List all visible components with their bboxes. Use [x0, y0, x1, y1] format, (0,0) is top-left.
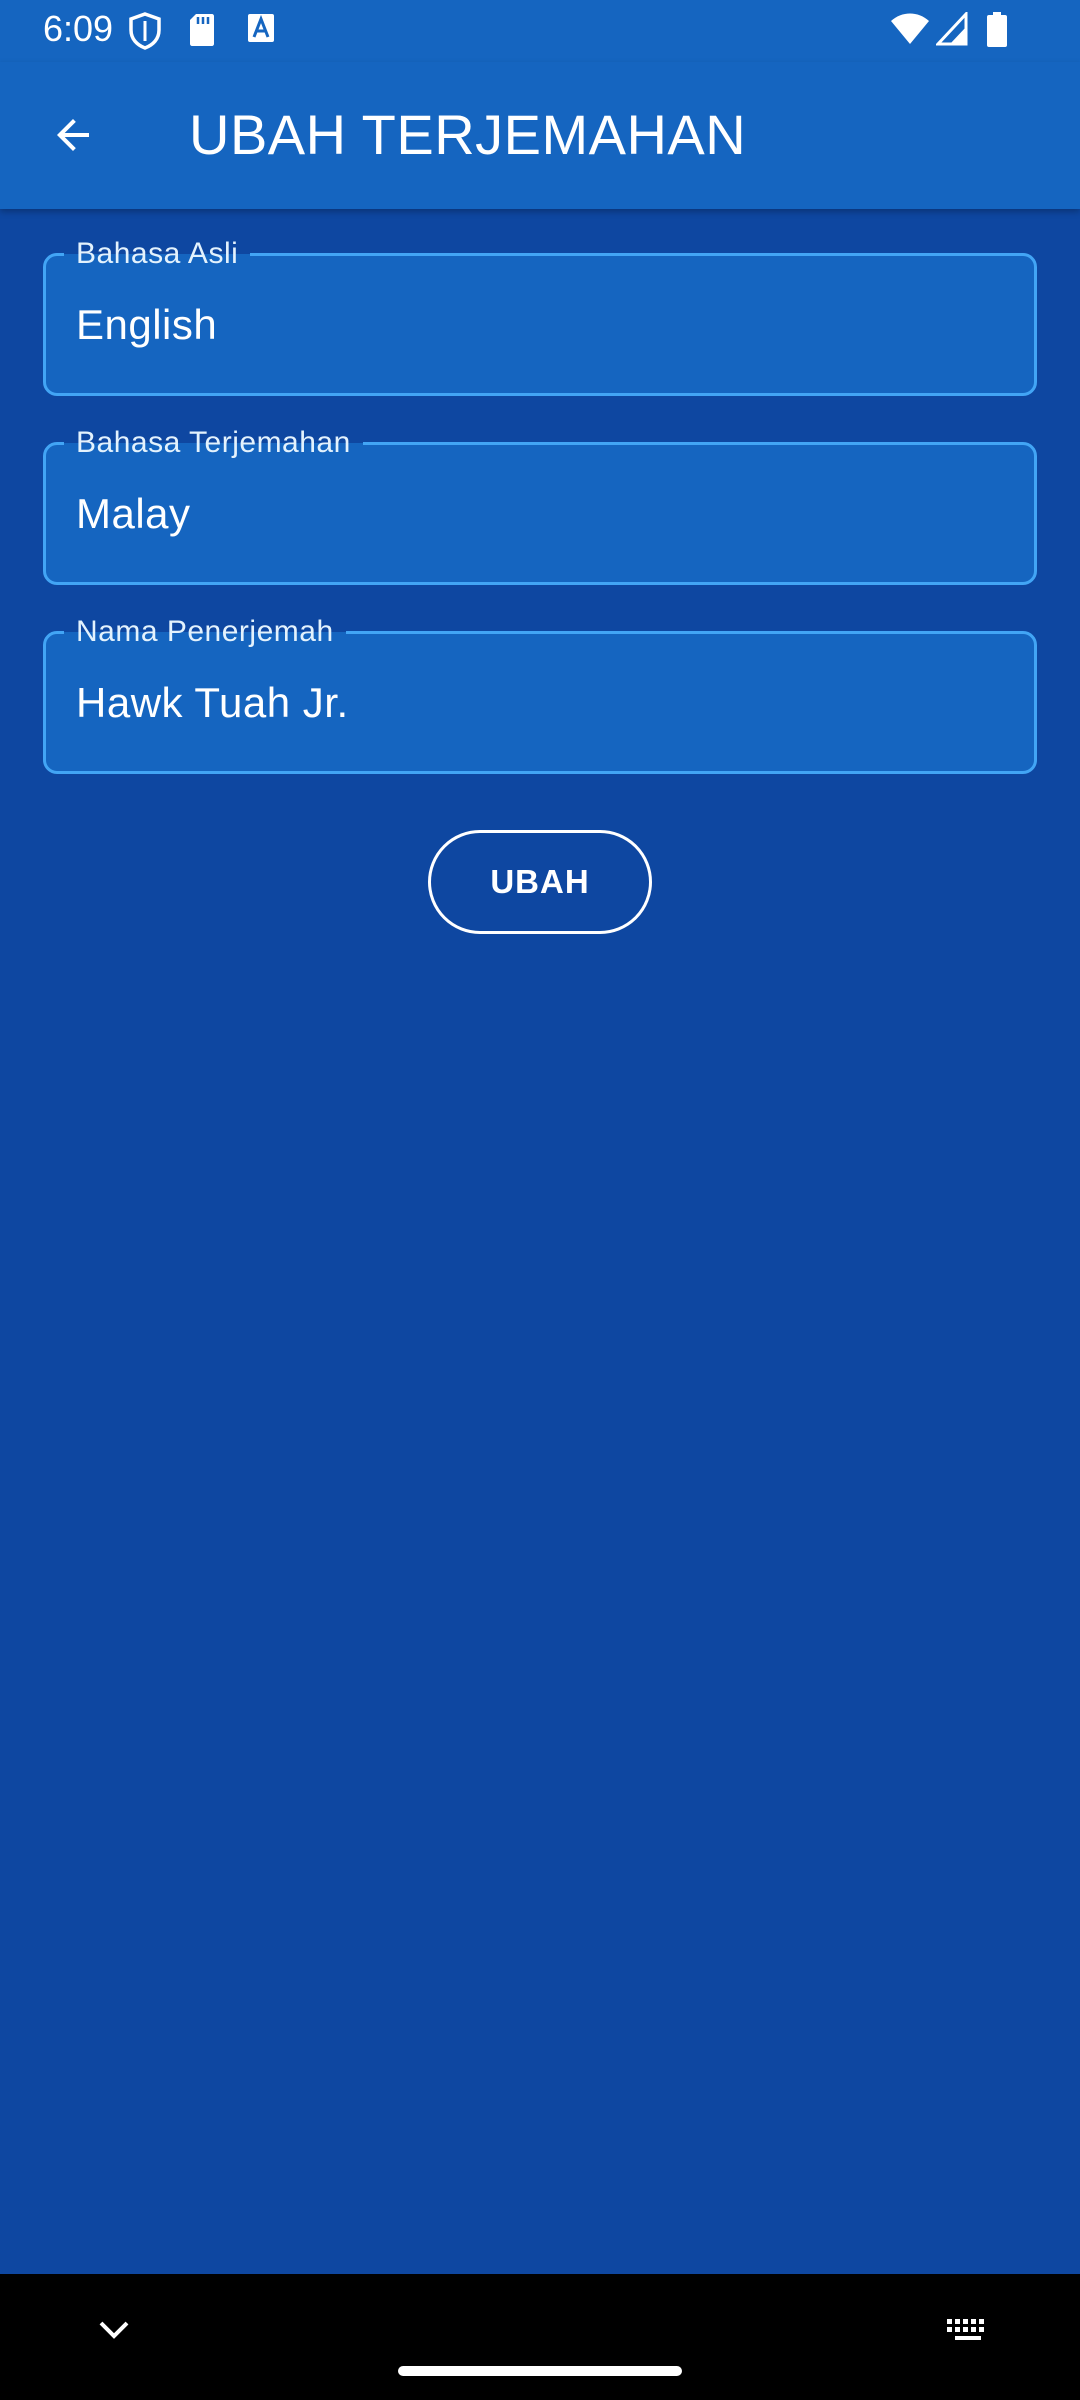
collapse-keyboard-button[interactable]	[86, 2302, 142, 2358]
status-time: 6:09	[43, 8, 114, 49]
signal-icon	[934, 10, 968, 51]
submit-button[interactable]: UBAH	[428, 830, 652, 934]
status-bar: 6:09	[0, 0, 1080, 62]
navigation-bar	[0, 2274, 1080, 2400]
translator-name-input[interactable]	[46, 634, 1034, 771]
shield-icon	[128, 12, 162, 55]
arrow-back-icon	[57, 119, 89, 151]
translator-name-field[interactable]: Nama Penerjemah	[43, 615, 1037, 774]
target-language-field[interactable]: Bahasa Terjemahan	[43, 426, 1037, 585]
home-indicator[interactable]	[398, 2366, 682, 2376]
keyboard-icon	[947, 2319, 984, 2340]
battery-icon	[986, 12, 1008, 53]
keyboard-switch-button[interactable]	[938, 2302, 998, 2358]
target-language-input[interactable]	[46, 445, 1034, 582]
app-bar: UBAH TERJEMAHAN	[0, 62, 1080, 209]
wifi-icon	[890, 12, 930, 51]
sd-card-icon	[188, 12, 216, 53]
back-button[interactable]	[30, 92, 116, 178]
original-language-field[interactable]: Bahasa Asli	[43, 237, 1037, 396]
original-language-input[interactable]	[46, 256, 1034, 393]
page-title: UBAH TERJEMAHAN	[189, 103, 747, 166]
chevron-down-icon	[99, 2321, 129, 2339]
font-icon	[246, 12, 276, 51]
